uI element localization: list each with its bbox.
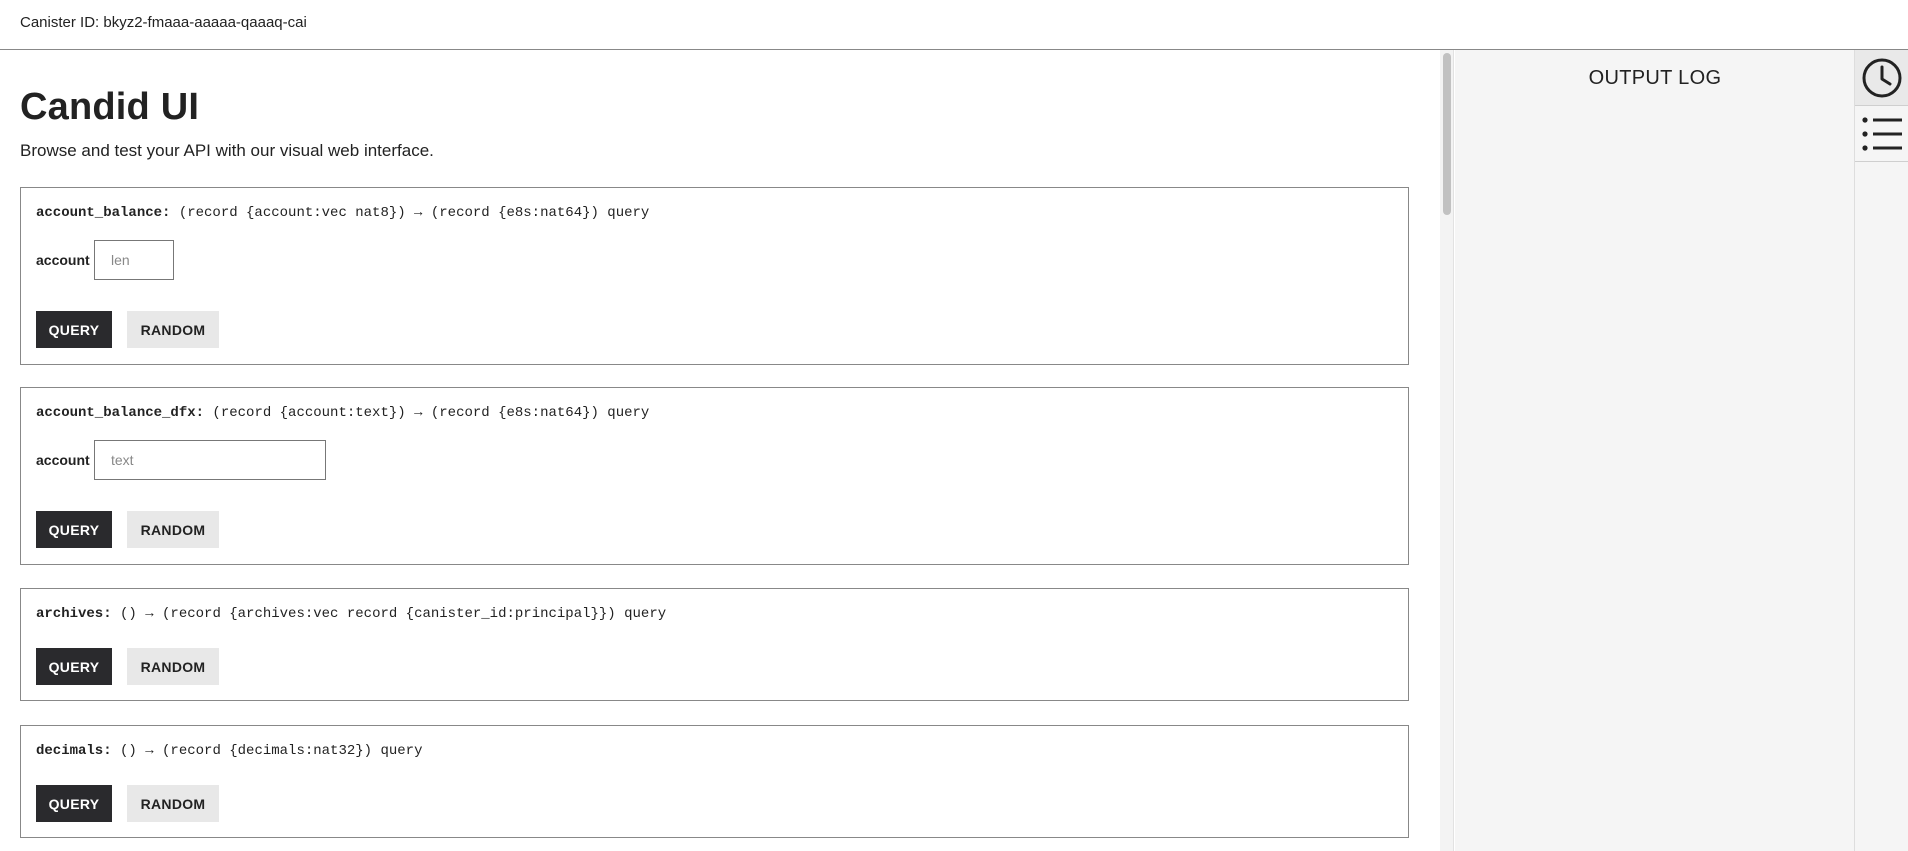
method-card-archives: archives: () → (record {archives:vec rec… bbox=[20, 588, 1409, 701]
method-signature: account_balance_dfx: (record {account:te… bbox=[36, 405, 649, 421]
main-panel: Candid UI Browse and test your API with … bbox=[0, 50, 1440, 851]
list-icon bbox=[1862, 116, 1902, 151]
method-name: account_balance_dfx: bbox=[36, 405, 205, 421]
clock-icon bbox=[1862, 58, 1902, 97]
history-tab[interactable] bbox=[1855, 50, 1908, 106]
method-card-decimals: decimals: () → (record {decimals:nat32})… bbox=[20, 725, 1409, 838]
method-signature: decimals: () → (record {decimals:nat32})… bbox=[36, 743, 422, 759]
methods-list-tab[interactable] bbox=[1855, 106, 1908, 162]
query-button[interactable]: QUERY bbox=[36, 511, 112, 548]
method-name: account_balance: bbox=[36, 205, 171, 221]
scrollbar-thumb[interactable] bbox=[1443, 53, 1451, 215]
method-type: () → (record {decimals:nat32}) query bbox=[111, 743, 423, 759]
random-button[interactable]: RANDOM bbox=[127, 785, 219, 822]
method-card-account-balance-dfx: account_balance_dfx: (record {account:te… bbox=[20, 387, 1409, 565]
output-log-heading: OUTPUT LOG bbox=[1588, 67, 1722, 89]
random-button[interactable]: RANDOM bbox=[127, 648, 219, 685]
top-bar: Canister ID: bkyz2-fmaaa-aaaaa-qaaaq-cai bbox=[0, 0, 1908, 50]
argument-label: account bbox=[36, 252, 90, 268]
random-button[interactable]: RANDOM bbox=[127, 311, 219, 348]
output-log-panel: OUTPUT LOG bbox=[1455, 50, 1855, 851]
method-signature: archives: () → (record {archives:vec rec… bbox=[36, 606, 666, 622]
main-scrollbar[interactable] bbox=[1440, 50, 1454, 851]
method-type: () → (record {archives:vec record {canis… bbox=[111, 606, 667, 622]
query-button[interactable]: QUERY bbox=[36, 785, 112, 822]
method-signature: account_balance: (record {account:vec na… bbox=[36, 205, 649, 221]
page-title: Candid UI bbox=[20, 86, 200, 128]
side-rail bbox=[1854, 50, 1908, 851]
method-type: (record {account:vec nat8}) → (record {e… bbox=[170, 205, 650, 221]
random-button[interactable]: RANDOM bbox=[127, 511, 219, 548]
page-subtitle: Browse and test your API with our visual… bbox=[20, 141, 434, 160]
query-button[interactable]: QUERY bbox=[36, 311, 112, 348]
account-len-input[interactable] bbox=[94, 240, 174, 280]
method-type: (record {account:text}) → (record {e8s:n… bbox=[204, 405, 650, 421]
method-card-account-balance: account_balance: (record {account:vec na… bbox=[20, 187, 1409, 365]
account-text-input[interactable] bbox=[94, 440, 326, 480]
method-name: archives: bbox=[36, 606, 112, 622]
method-name: decimals: bbox=[36, 743, 112, 759]
argument-label: account bbox=[36, 452, 90, 468]
canister-id: Canister ID: bkyz2-fmaaa-aaaaa-qaaaq-cai bbox=[20, 14, 307, 31]
query-button[interactable]: QUERY bbox=[36, 648, 112, 685]
